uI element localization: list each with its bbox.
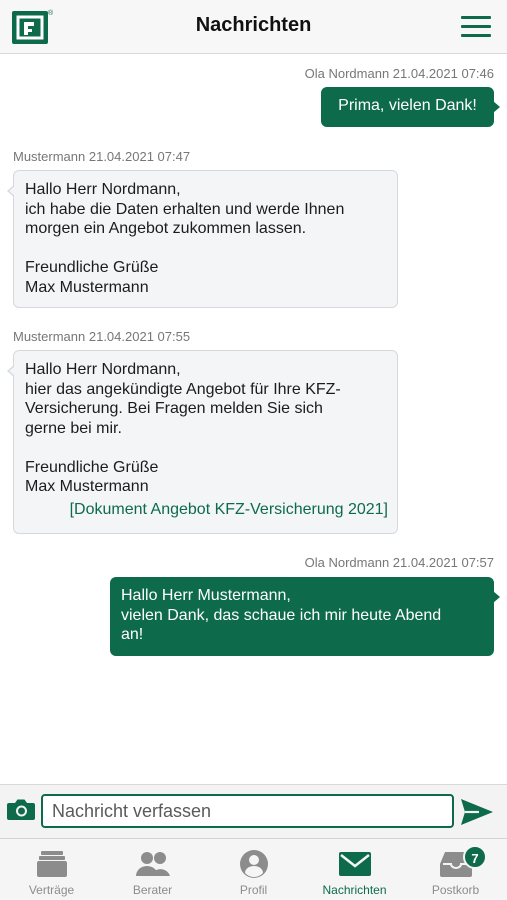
message-meta: Ola Nordmann 21.04.2021 07:46 <box>304 66 494 81</box>
message-meta: Mustermann 21.04.2021 07:55 <box>13 329 191 344</box>
message-line: Max Mustermann <box>25 478 149 495</box>
message-line: hier das angekündigte Angebot für Ihre K… <box>25 380 341 398</box>
outgoing-message-bubble[interactable]: Hallo Herr Mustermann, vielen Dank, das … <box>110 577 500 656</box>
tab-label: Berater <box>132 883 173 897</box>
contracts-icon <box>1 848 102 880</box>
message-line: Freundliche Grüße <box>25 458 159 476</box>
message-meta: Ola Nordmann 21.04.2021 07:57 <box>304 555 494 570</box>
page-title: Nachrichten <box>195 14 312 36</box>
message-line: an! <box>121 626 144 643</box>
message-line: Freundliche Grüße <box>25 259 159 276</box>
document-attachment-link[interactable]: [Dokument Angebot KFZ-Versicherung 2021] <box>25 500 388 520</box>
bottom-tab-bar: Verträge Berater Profil Nachrichten Post… <box>0 838 507 900</box>
message-composer <box>0 784 507 838</box>
message-line: Hallo Herr Nordmann, <box>25 181 181 198</box>
profile-icon <box>203 848 304 880</box>
message-line: ich habe die Daten erhalten und werde Ih… <box>25 200 345 218</box>
message-line: Hallo Herr Mustermann, <box>121 587 291 604</box>
tab-profil[interactable]: Profil <box>203 839 304 900</box>
camera-icon[interactable] <box>7 797 37 821</box>
message-line: vielen Dank, das schaue ich mir heute Ab… <box>121 606 442 624</box>
tab-label: Nachrichten <box>322 883 387 897</box>
tab-label: Verträge <box>28 883 75 897</box>
tab-label: Postkorb <box>431 883 480 897</box>
message-line: Versicherung. Bei Fragen melden Sie sich <box>25 400 323 417</box>
incoming-message-bubble[interactable]: Hallo Herr Nordmann, hier das angekündig… <box>7 350 398 534</box>
app-header: ® Nachrichten <box>0 0 507 54</box>
message-line: gerne bei mir. <box>25 419 122 437</box>
message-meta: Mustermann 21.04.2021 07:47 <box>13 149 191 164</box>
tab-berater[interactable]: Berater <box>102 839 203 900</box>
tab-label: Profil <box>239 883 268 897</box>
send-icon[interactable] <box>459 797 495 827</box>
tab-vertraege[interactable]: Verträge <box>1 839 102 900</box>
message-line: Hallo Herr Nordmann, <box>25 361 181 378</box>
message-thread[interactable]: Ola Nordmann 21.04.2021 07:46 Prima, vie… <box>0 55 507 783</box>
tab-postkorb[interactable]: Postkorb <box>405 839 506 900</box>
unread-count-badge: 7 <box>463 845 487 869</box>
envelope-icon <box>304 848 405 880</box>
outgoing-message-bubble[interactable]: Prima, vielen Dank! <box>321 87 500 127</box>
incoming-message-bubble[interactable]: Hallo Herr Nordmann, ich habe die Daten … <box>7 170 398 308</box>
tab-nachrichten[interactable]: Nachrichten <box>304 839 405 900</box>
message-line: Prima, vielen Dank! <box>338 97 477 114</box>
message-input[interactable] <box>41 794 454 828</box>
message-line: morgen ein Angebot zukommen lassen. <box>25 220 307 237</box>
hamburger-menu-icon[interactable] <box>461 16 491 38</box>
advisors-icon <box>102 848 203 880</box>
message-line: Max Mustermann <box>25 278 149 296</box>
inbox-tray-icon <box>405 848 506 880</box>
